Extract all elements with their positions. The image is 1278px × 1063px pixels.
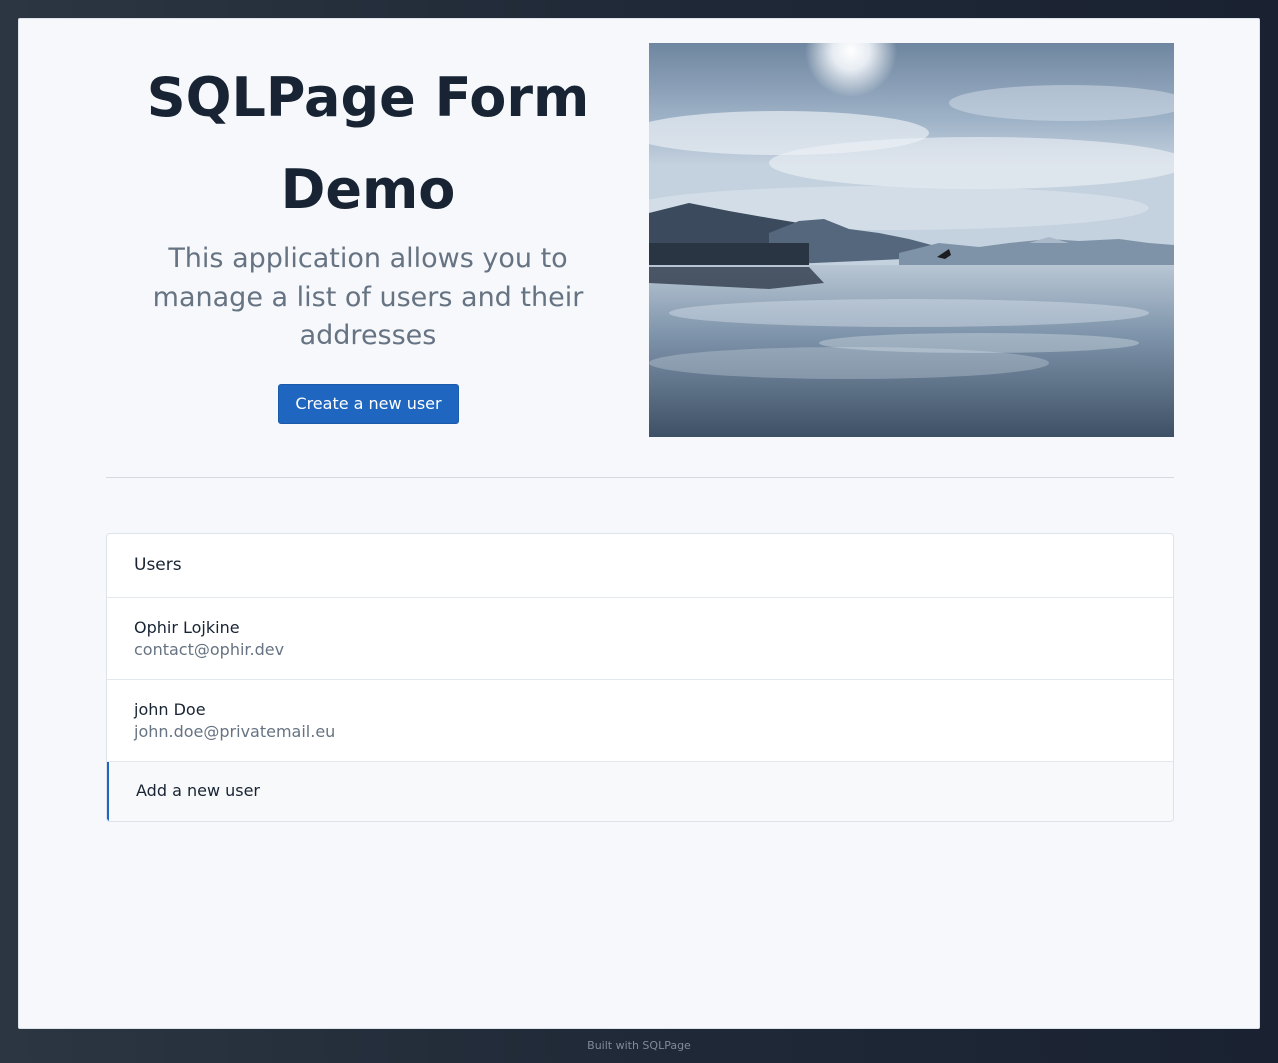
hero-description: This application allows you to manage a … bbox=[152, 243, 584, 351]
hero-title-line-2: Demo bbox=[280, 158, 456, 221]
page-container: SQLPage Form Demo This application allow… bbox=[18, 18, 1260, 1029]
users-list-title: Users bbox=[107, 534, 1173, 598]
hero-section: SQLPage Form Demo This application allow… bbox=[106, 42, 1174, 437]
user-email: john.doe@privatemail.eu bbox=[134, 722, 336, 741]
user-name: john Doe bbox=[134, 700, 206, 719]
hero-title-line-1: SQLPage Form bbox=[146, 66, 590, 129]
create-user-button[interactable]: Create a new user bbox=[278, 384, 459, 424]
user-email: contact@ophir.dev bbox=[134, 640, 285, 659]
add-user-list-item[interactable]: Add a new user bbox=[107, 762, 1173, 821]
section-divider bbox=[106, 477, 1174, 478]
list-item-user[interactable]: Ophir Lojkine contact@ophir.dev bbox=[107, 598, 1173, 680]
hero-text-column: SQLPage Form Demo This application allow… bbox=[106, 42, 630, 436]
list-item-user[interactable]: john Doe john.doe@privatemail.eu bbox=[107, 680, 1173, 762]
hero-title: SQLPage Form Demo bbox=[106, 52, 630, 236]
footer-credit: Built with SQLPage bbox=[587, 1039, 691, 1052]
hero-image bbox=[649, 43, 1174, 437]
users-list-card: Users Ophir Lojkine contact@ophir.dev jo… bbox=[106, 533, 1174, 822]
user-name: Ophir Lojkine bbox=[134, 618, 240, 637]
lake-landscape-icon bbox=[649, 43, 1174, 437]
